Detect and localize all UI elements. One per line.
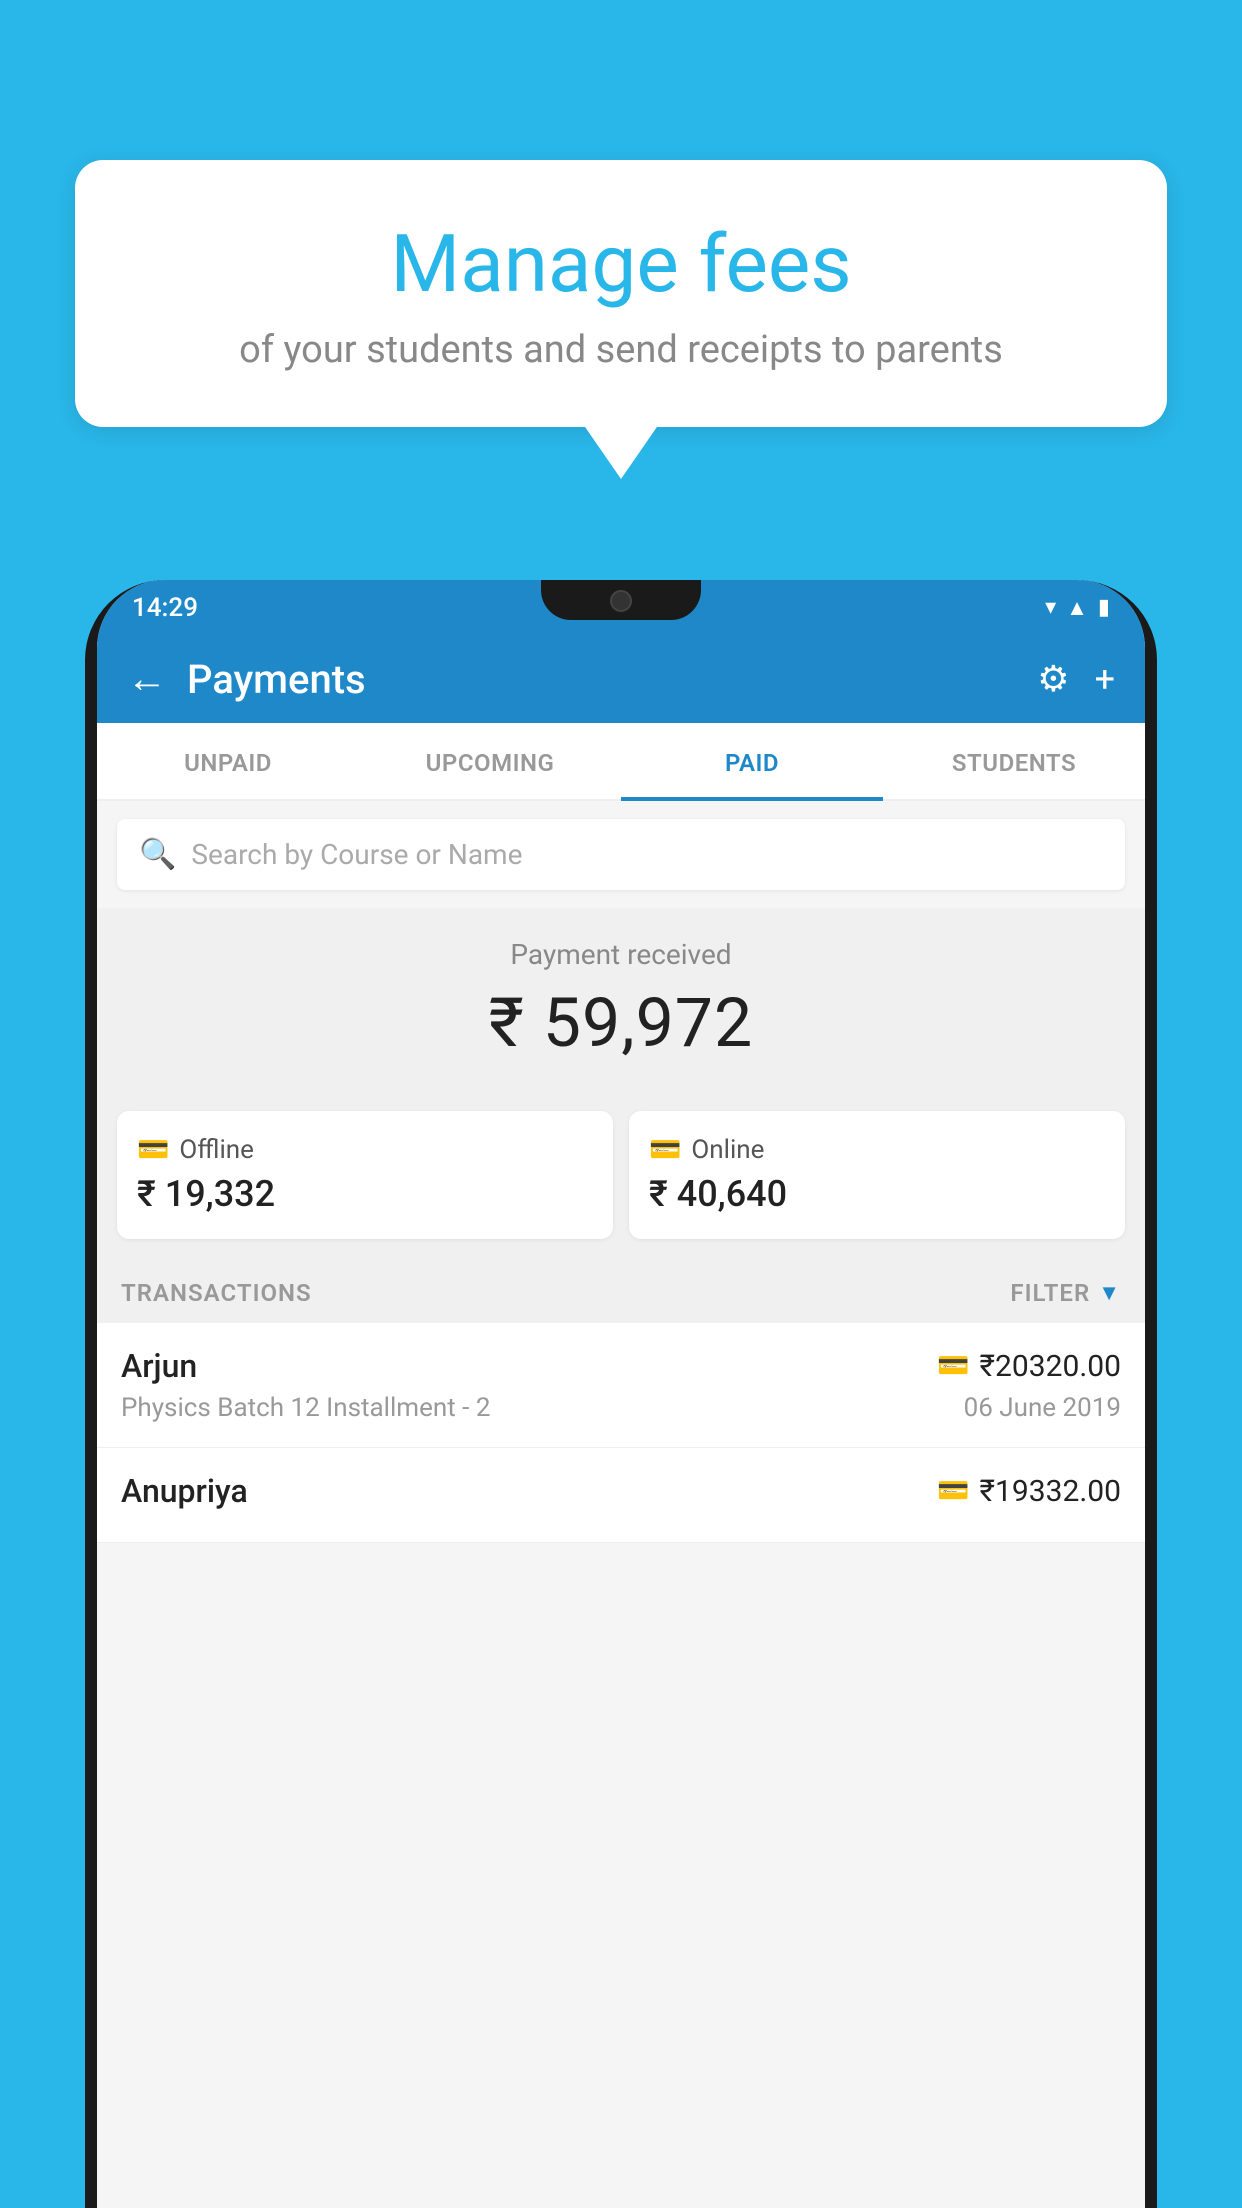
- online-label: Online: [691, 1135, 764, 1165]
- payment-received-section: Payment received ₹ 59,972: [97, 908, 1145, 1093]
- battery-icon: ▮: [1098, 595, 1110, 620]
- search-icon: 🔍: [139, 837, 176, 872]
- payment-type-icon: 💳: [937, 1351, 969, 1381]
- header-title: Payments: [187, 656, 1017, 703]
- online-card: 💳 Online ₹ 40,640: [629, 1111, 1125, 1239]
- offline-card: 💳 Offline ₹ 19,332: [117, 1111, 613, 1239]
- transaction-row[interactable]: Arjun 💳 ₹20320.00 Physics Batch 12 Insta…: [97, 1323, 1145, 1448]
- camera: [610, 590, 632, 612]
- phone-inner: 14:29 ▾ ▲ ▮ ← Payments ⚙ + UNPAID UPCOMI…: [97, 580, 1145, 2208]
- tab-students[interactable]: STUDENTS: [883, 723, 1145, 799]
- transaction-course: Physics Batch 12 Installment - 2: [121, 1393, 490, 1423]
- add-button[interactable]: +: [1095, 658, 1115, 700]
- payment-cards: 💳 Offline ₹ 19,332 💳 Online ₹ 40,640: [97, 1093, 1145, 1257]
- signal-icon: ▲: [1066, 595, 1088, 621]
- search-bar[interactable]: 🔍 Search by Course or Name: [117, 819, 1125, 890]
- filter-icon: ▼: [1098, 1280, 1121, 1306]
- transaction-name: Arjun: [121, 1347, 197, 1385]
- wifi-icon: ▾: [1045, 595, 1056, 620]
- transaction-amount: ₹20320.00: [980, 1349, 1121, 1384]
- header-actions: ⚙ +: [1037, 658, 1115, 700]
- offline-amount: ₹ 19,332: [137, 1173, 593, 1215]
- filter-button[interactable]: FILTER ▼: [1010, 1279, 1121, 1307]
- transaction-amount: ₹19332.00: [980, 1474, 1121, 1509]
- filter-label: FILTER: [1010, 1279, 1090, 1307]
- main-title: Manage fees: [125, 220, 1117, 308]
- transaction-date: 06 June 2019: [964, 1393, 1121, 1423]
- transaction-name: Anupriya: [121, 1472, 248, 1510]
- online-icon: 💳: [649, 1135, 681, 1165]
- speech-bubble: Manage fees of your students and send re…: [75, 160, 1167, 427]
- app-header: ← Payments ⚙ +: [97, 635, 1145, 723]
- settings-button[interactable]: ⚙: [1037, 658, 1069, 700]
- payment-type-icon: 💳: [937, 1476, 969, 1506]
- status-icons: ▾ ▲ ▮: [1045, 595, 1110, 621]
- offline-label: Offline: [179, 1135, 254, 1165]
- transactions-header: TRANSACTIONS FILTER ▼: [97, 1257, 1145, 1323]
- payment-received-label: Payment received: [117, 938, 1125, 971]
- tab-paid[interactable]: PAID: [621, 723, 883, 799]
- main-subtitle: of your students and send receipts to pa…: [125, 328, 1117, 372]
- phone-content: 🔍 Search by Course or Name Payment recei…: [97, 801, 1145, 2208]
- phone-notch: [541, 580, 701, 620]
- payment-received-amount: ₹ 59,972: [117, 983, 1125, 1063]
- tab-unpaid[interactable]: UNPAID: [97, 723, 359, 799]
- back-button[interactable]: ←: [127, 659, 167, 699]
- transaction-row[interactable]: Anupriya 💳 ₹19332.00: [97, 1448, 1145, 1543]
- tab-upcoming[interactable]: UPCOMING: [359, 723, 621, 799]
- transactions-label: TRANSACTIONS: [121, 1279, 312, 1307]
- online-amount: ₹ 40,640: [649, 1173, 1105, 1215]
- search-input[interactable]: Search by Course or Name: [191, 838, 522, 871]
- status-time: 14:29: [132, 593, 198, 623]
- phone-frame: 14:29 ▾ ▲ ▮ ← Payments ⚙ + UNPAID UPCOMI…: [85, 580, 1157, 2208]
- offline-icon: 💳: [137, 1135, 169, 1165]
- tabs-bar: UNPAID UPCOMING PAID STUDENTS: [97, 723, 1145, 801]
